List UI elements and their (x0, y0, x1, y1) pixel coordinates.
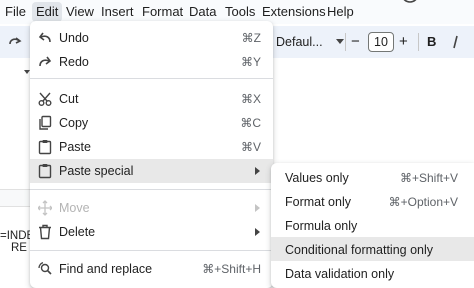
submenu-arrow-icon (255, 167, 260, 175)
submenu-item-formula-only[interactable]: Formula only (271, 213, 474, 237)
scissors-icon (38, 91, 52, 107)
submenu-item-data-validation-only[interactable]: Data validation only (271, 261, 474, 285)
menu-divider (30, 250, 273, 251)
submenu-item-conditional-formatting-only[interactable]: Conditional formatting only (271, 237, 474, 261)
chevron-down-icon[interactable] (336, 39, 344, 45)
clipboard-icon (38, 139, 52, 155)
font-size-input[interactable]: 10 (368, 32, 394, 52)
trash-icon (38, 224, 52, 240)
clipboard-icon (38, 163, 52, 179)
menu-item-copy[interactable]: Copy ⌘C (30, 111, 273, 135)
menu-format[interactable]: Format (142, 5, 183, 19)
menu-item-move: Move (30, 196, 273, 220)
shortcut: ⌘C (240, 116, 261, 130)
menu-divider (30, 78, 273, 79)
bold-button[interactable]: B (427, 34, 436, 49)
menu-extensions[interactable]: Extensions (262, 5, 326, 19)
find-replace-icon (38, 261, 52, 277)
shortcut: ⌘V (240, 140, 261, 154)
menu-divider (30, 189, 273, 190)
italic-icon[interactable] (451, 35, 461, 49)
menu-help[interactable]: Help (327, 5, 354, 19)
menu-insert[interactable]: Insert (101, 5, 134, 19)
copy-icon (38, 115, 52, 131)
submenu-arrow-icon (255, 204, 260, 212)
history-icon[interactable] (400, 0, 420, 6)
menu-data[interactable]: Data (189, 5, 216, 19)
menu-item-label: Redo (59, 55, 89, 69)
move-icon (37, 200, 53, 216)
menu-file[interactable]: File (5, 5, 26, 19)
font-family-select[interactable]: Defaul... (276, 35, 323, 49)
toolbar-divider (418, 33, 419, 51)
menu-item-label: Move (59, 201, 90, 215)
decrease-font-size-button[interactable]: − (351, 33, 360, 50)
edit-menu: Undo ⌘Z Redo ⌘Y Cut ⌘X Copy ⌘C Paste ⌘V (30, 21, 273, 288)
undo-icon (38, 30, 52, 46)
shortcut: ⌘+Option+V (388, 195, 458, 209)
shortcut: ⌘X (240, 92, 261, 106)
menu-item-label: Find and replace (59, 262, 153, 276)
submenu-item-values-only[interactable]: Values only ⌘+Shift+V (271, 165, 474, 189)
submenu-item-label: Formula only (285, 219, 358, 233)
submenu-item-label: Data validation only (285, 267, 395, 281)
menu-item-label: Cut (59, 92, 79, 106)
redo-icon (38, 54, 52, 70)
menu-item-find-and-replace[interactable]: Find and replace ⌘+Shift+H (30, 257, 273, 281)
menu-item-label: Paste special (59, 164, 134, 178)
menu-item-redo[interactable]: Redo ⌘Y (30, 50, 273, 74)
shortcut: ⌘+Shift+H (202, 262, 261, 276)
increase-font-size-button[interactable]: + (399, 33, 408, 50)
menu-item-label: Undo (59, 31, 89, 45)
cell-formula-text-line2[interactable]: RE (11, 242, 27, 254)
shortcut: ⌘Y (240, 55, 261, 69)
menu-item-cut[interactable]: Cut ⌘X (30, 87, 273, 111)
submenu-arrow-icon (255, 228, 260, 236)
submenu-item-label: Values only (285, 171, 349, 185)
menu-item-paste[interactable]: Paste ⌘V (30, 135, 273, 159)
shortcut: ⌘+Shift+V (399, 171, 458, 185)
menu-view[interactable]: View (66, 5, 94, 19)
menu-item-paste-special[interactable]: Paste special (30, 159, 273, 183)
submenu-item-label: Format only (285, 195, 351, 209)
menu-item-undo[interactable]: Undo ⌘Z (30, 26, 273, 50)
menu-item-label: Delete (59, 225, 96, 239)
menu-item-label: Paste (59, 140, 91, 154)
menu-item-label: Copy (59, 116, 89, 130)
row-header-band (0, 189, 34, 207)
menu-tools[interactable]: Tools (225, 5, 255, 19)
redo-toolbar-icon[interactable] (8, 35, 22, 49)
menu-item-delete[interactable]: Delete (30, 220, 273, 244)
toolbar-divider (345, 33, 346, 51)
paste-special-submenu: Values only ⌘+Shift+V Format only ⌘+Opti… (271, 163, 474, 288)
menu-edit[interactable]: Edit (32, 2, 63, 22)
shortcut: ⌘Z (241, 31, 261, 45)
submenu-item-label: Conditional formatting only (285, 243, 433, 257)
submenu-item-format-only[interactable]: Format only ⌘+Option+V (271, 189, 474, 213)
